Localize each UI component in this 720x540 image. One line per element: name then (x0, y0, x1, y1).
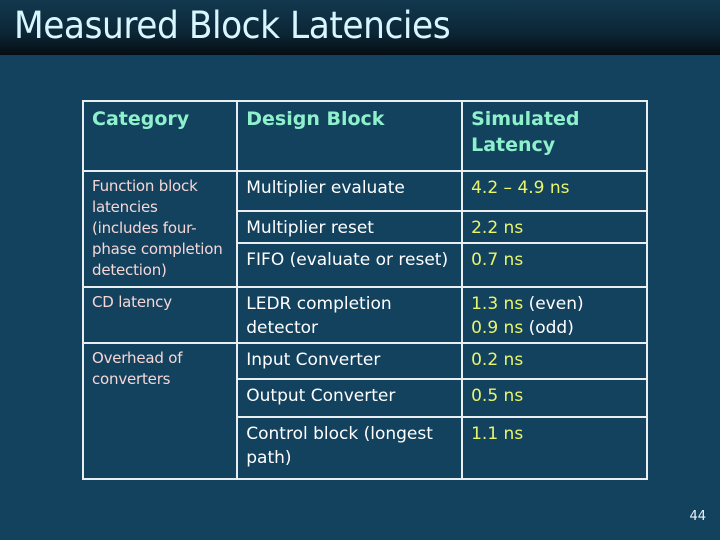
latency-line: 1.3 ns (even) (471, 292, 638, 316)
category-cell: Function block latencies (includes four-… (81, 170, 239, 288)
table-row: CD latency LEDR completion detector 1.3 … (81, 286, 648, 344)
table-row: Overhead of converters Input Converter 0… (81, 342, 648, 480)
design-block-cell: Output Converter (236, 378, 464, 418)
latency-note: (even) (528, 294, 584, 314)
latency-note: (odd) (528, 318, 574, 338)
design-block-cell: LEDR completion detector (236, 286, 464, 344)
design-block-cell: Control block (longest path) (236, 416, 464, 480)
table-header-row: Category Design Block Simulated Latency (81, 100, 648, 172)
table-row: Function block latencies (includes four-… (81, 170, 648, 288)
design-block-cell: Input Converter (236, 342, 464, 380)
latency-cell: 4.2 – 4.9 ns (461, 170, 648, 212)
latency-value: 0.9 ns (471, 318, 524, 338)
design-block-cell: Multiplier evaluate (236, 170, 464, 212)
latency-cell: 0.7 ns (461, 242, 648, 288)
slide-title: Measured Block Latencies (14, 4, 451, 47)
latency-cell: 1.1 ns (461, 416, 648, 480)
category-cell: Overhead of converters (81, 342, 239, 480)
latency-table: Category Design Block Simulated Latency … (81, 100, 648, 480)
design-block-cell: Multiplier reset (236, 210, 464, 244)
latency-cell: 0.2 ns (461, 342, 648, 380)
latency-cell: 1.3 ns (even) 0.9 ns (odd) (461, 286, 648, 344)
header-category: Category (81, 100, 239, 172)
latency-cell: 2.2 ns (461, 210, 648, 244)
latency-line: 0.9 ns (odd) (471, 316, 638, 340)
header-design-block: Design Block (236, 100, 464, 172)
design-block-cell: FIFO (evaluate or reset) (236, 242, 464, 288)
category-cell: CD latency (81, 286, 239, 344)
latency-value: 1.3 ns (471, 294, 524, 314)
latency-cell: 0.5 ns (461, 378, 648, 418)
page-number: 44 (689, 509, 706, 524)
header-simulated-latency: Simulated Latency (461, 100, 648, 172)
title-bar: Measured Block Latencies (0, 0, 720, 55)
